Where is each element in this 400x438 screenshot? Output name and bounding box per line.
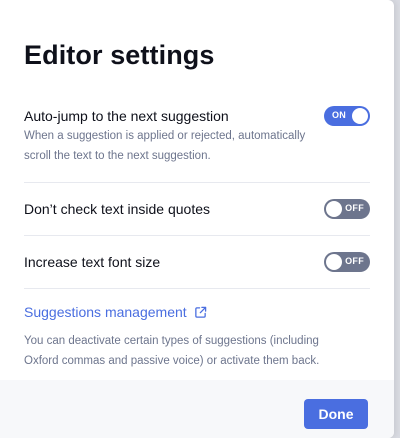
toggle-state-text: ON bbox=[332, 110, 347, 120]
setting-description: When a suggestion is applied or rejected… bbox=[24, 130, 306, 162]
toggle-knob bbox=[352, 108, 368, 124]
toggle-state-text: OFF bbox=[345, 256, 364, 266]
background-edge bbox=[394, 0, 400, 438]
toggle-knob bbox=[326, 201, 342, 217]
setting-label: Auto-jump to the next suggestion bbox=[24, 108, 229, 124]
skip-quotes-toggle[interactable]: OFF bbox=[324, 199, 370, 219]
suggestions-management-link[interactable]: Suggestions management bbox=[24, 304, 187, 320]
divider bbox=[24, 288, 370, 289]
setting-skip-quotes: Don’t check text inside quotes OFF bbox=[24, 198, 370, 222]
editor-settings-dialog: Editor settings Auto-jump to the next su… bbox=[0, 0, 394, 438]
dialog-title: Editor settings bbox=[24, 40, 215, 70]
setting-label: Don’t check text inside quotes bbox=[24, 201, 210, 217]
font-size-toggle[interactable]: OFF bbox=[324, 252, 370, 272]
suggestions-management-description: You can deactivate certain types of sugg… bbox=[24, 335, 320, 367]
setting-font-size: Increase text font size OFF bbox=[24, 251, 370, 275]
auto-jump-toggle[interactable]: ON bbox=[324, 106, 370, 126]
toggle-knob bbox=[326, 254, 342, 270]
dialog-footer: Done bbox=[0, 380, 394, 438]
done-button[interactable]: Done bbox=[304, 399, 368, 429]
toggle-state-text: OFF bbox=[345, 203, 364, 213]
divider bbox=[24, 182, 370, 183]
setting-auto-jump: Auto-jump to the next suggestion ON When… bbox=[24, 106, 370, 166]
external-link-icon[interactable] bbox=[194, 306, 207, 319]
divider bbox=[24, 235, 370, 236]
setting-label: Increase text font size bbox=[24, 254, 161, 270]
